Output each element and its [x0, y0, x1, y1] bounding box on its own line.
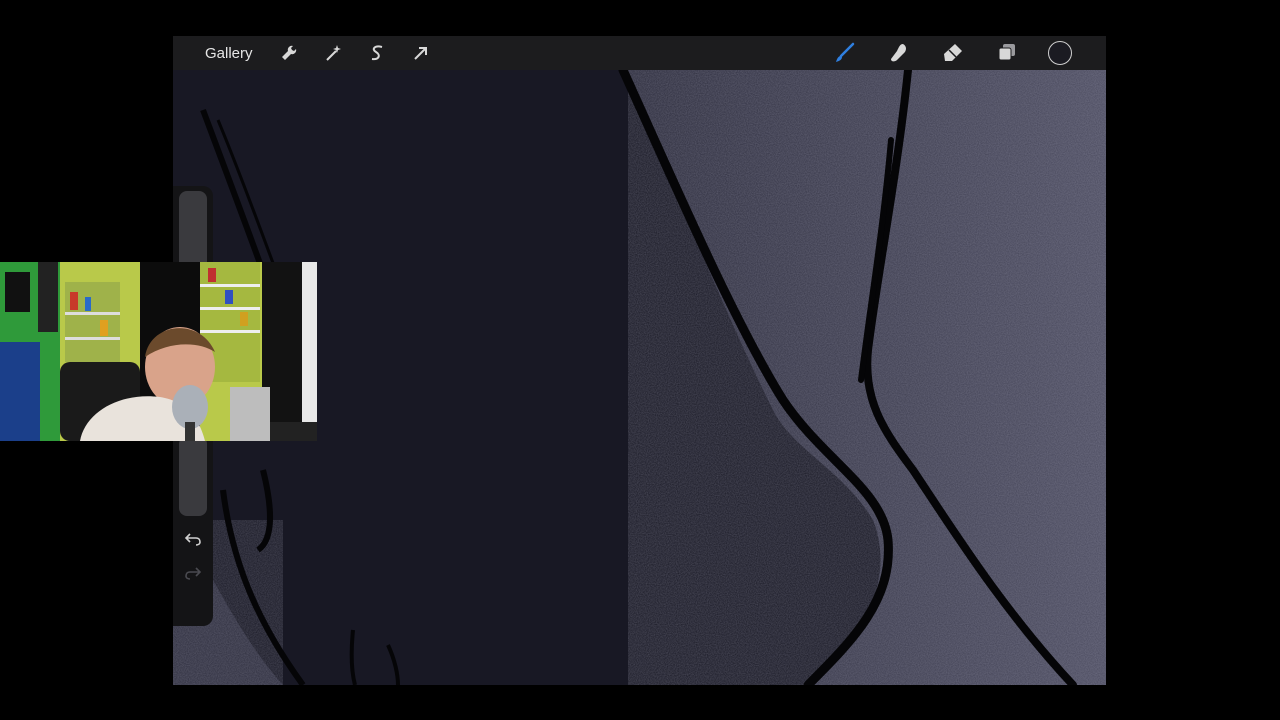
wrench-icon: [281, 45, 296, 60]
selection-s-icon: [371, 45, 382, 61]
undo-arrow-icon: [184, 533, 201, 546]
webcam-overlay: [0, 262, 317, 441]
redo-arrow-icon: [185, 567, 202, 580]
brush-opacity-slider[interactable]: [179, 436, 207, 516]
painting-tools: [818, 36, 1072, 70]
layers-button[interactable]: [993, 39, 1021, 67]
top-toolbar: Gallery: [173, 36, 1106, 70]
magic-wand-icon: [325, 45, 341, 61]
arrow-cursor-icon: [413, 47, 427, 60]
brush-button[interactable]: [831, 39, 859, 67]
redo-button[interactable]: [182, 562, 204, 584]
eraser-button[interactable]: [939, 39, 967, 67]
brush-icon: [836, 42, 855, 62]
undo-button[interactable]: [182, 528, 204, 550]
gallery-button[interactable]: Gallery: [205, 45, 253, 62]
eraser-icon: [944, 44, 962, 61]
transform-button[interactable]: [407, 39, 435, 67]
selection-button[interactable]: [363, 39, 391, 67]
layers-icon: [998, 44, 1015, 61]
actions-button[interactable]: [275, 39, 303, 67]
color-picker-button[interactable]: [1048, 41, 1072, 65]
smudge-finger-icon: [891, 44, 906, 62]
smudge-button[interactable]: [885, 39, 913, 67]
adjustments-button[interactable]: [319, 39, 347, 67]
webcam-feed-image: [0, 262, 317, 441]
